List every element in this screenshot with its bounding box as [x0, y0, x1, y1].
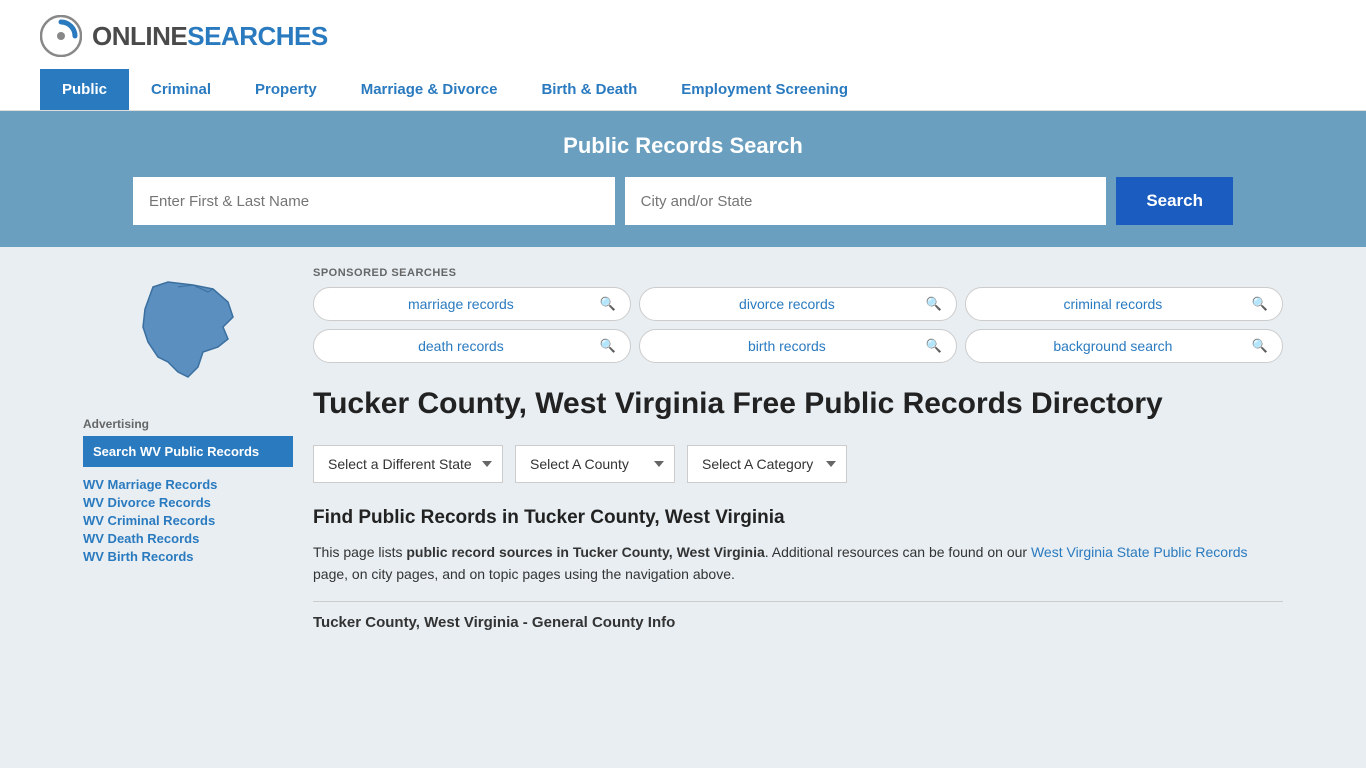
nav-item-marriage-divorce[interactable]: Marriage & Divorce — [339, 69, 520, 110]
nav-item-criminal[interactable]: Criminal — [129, 69, 233, 110]
main-content: SPONSORED SEARCHES marriage records 🔍 di… — [313, 267, 1283, 631]
category-dropdown[interactable]: Select A Category — [687, 445, 847, 483]
sponsored-item-death-text: death records — [328, 338, 594, 354]
find-records-link[interactable]: West Virginia State Public Records — [1031, 544, 1248, 560]
general-info-heading: Tucker County, West Virginia - General C… — [313, 601, 1283, 631]
state-map-icon — [123, 267, 253, 397]
sponsored-item-background-text: background search — [980, 338, 1246, 354]
search-button[interactable]: Search — [1116, 177, 1233, 225]
page-heading: Tucker County, West Virginia Free Public… — [313, 385, 1283, 423]
search-icon-birth: 🔍 — [926, 338, 942, 354]
name-input[interactable] — [133, 177, 615, 225]
find-text-2: . Additional resources can be found on o… — [765, 544, 1031, 560]
nav-item-property[interactable]: Property — [233, 69, 339, 110]
sponsored-grid: marriage records 🔍 divorce records 🔍 cri… — [313, 287, 1283, 363]
find-text-bold: public record sources in Tucker County, … — [406, 544, 764, 560]
search-icon-marriage: 🔍 — [600, 296, 616, 312]
nav-item-public[interactable]: Public — [40, 69, 129, 110]
county-dropdown[interactable]: Select A County — [515, 445, 675, 483]
sponsored-item-marriage[interactable]: marriage records 🔍 — [313, 287, 631, 321]
find-text-1: This page lists — [313, 544, 406, 560]
nav-item-birth-death[interactable]: Birth & Death — [519, 69, 659, 110]
sponsored-label: SPONSORED SEARCHES — [313, 267, 1283, 279]
sponsored-item-birth[interactable]: birth records 🔍 — [639, 329, 957, 363]
sidebar-link-divorce[interactable]: WV Divorce Records — [83, 495, 293, 510]
search-icon-criminal: 🔍 — [1252, 296, 1268, 312]
logo-text-online: ONLINE — [92, 21, 187, 52]
search-icon-divorce: 🔍 — [926, 296, 942, 312]
search-form: Search — [133, 177, 1233, 225]
sponsored-item-marriage-text: marriage records — [328, 296, 594, 312]
find-records-text: This page lists public record sources in… — [313, 541, 1283, 586]
state-dropdown[interactable]: Select a Different State — [313, 445, 503, 483]
sponsored-item-birth-text: birth records — [654, 338, 920, 354]
sidebar-ad-link[interactable]: Search WV Public Records — [83, 436, 293, 467]
dropdowns-row: Select a Different State Select A County… — [313, 445, 1283, 483]
main-container: Advertising Search WV Public Records WV … — [63, 247, 1303, 651]
find-text-3: page, on city pages, and on topic pages … — [313, 566, 735, 582]
location-input[interactable] — [625, 177, 1107, 225]
logo-area: ONLINESEARCHES — [40, 15, 1326, 57]
search-icon-background: 🔍 — [1252, 338, 1268, 354]
logo-text-searches: SEARCHES — [187, 21, 327, 52]
search-banner: Public Records Search Search — [0, 111, 1366, 247]
sponsored-item-divorce[interactable]: divorce records 🔍 — [639, 287, 957, 321]
sponsored-item-death[interactable]: death records 🔍 — [313, 329, 631, 363]
sidebar-ad-label: Advertising — [83, 417, 293, 431]
header: ONLINESEARCHES Public Criminal Property … — [0, 0, 1366, 111]
sponsored-item-divorce-text: divorce records — [654, 296, 920, 312]
search-icon-death: 🔍 — [600, 338, 616, 354]
sidebar-links: WV Marriage Records WV Divorce Records W… — [83, 477, 293, 564]
sidebar-link-marriage[interactable]: WV Marriage Records — [83, 477, 293, 492]
logo-icon — [40, 15, 82, 57]
main-nav: Public Criminal Property Marriage & Divo… — [40, 69, 1326, 110]
search-banner-title: Public Records Search — [40, 133, 1326, 159]
sidebar-link-death[interactable]: WV Death Records — [83, 531, 293, 546]
sidebar-link-birth[interactable]: WV Birth Records — [83, 549, 293, 564]
sponsored-item-criminal[interactable]: criminal records 🔍 — [965, 287, 1283, 321]
sidebar-link-criminal[interactable]: WV Criminal Records — [83, 513, 293, 528]
sponsored-item-criminal-text: criminal records — [980, 296, 1246, 312]
sponsored-item-background[interactable]: background search 🔍 — [965, 329, 1283, 363]
find-records-heading: Find Public Records in Tucker County, We… — [313, 507, 1283, 529]
nav-item-employment[interactable]: Employment Screening — [659, 69, 870, 110]
sidebar: Advertising Search WV Public Records WV … — [83, 267, 293, 631]
